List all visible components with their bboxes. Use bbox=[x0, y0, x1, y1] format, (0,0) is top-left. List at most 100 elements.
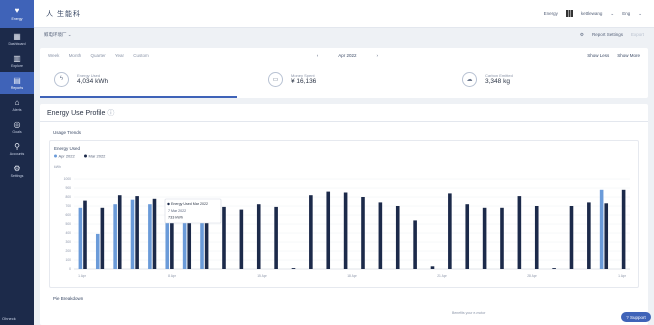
x-tick-label: 1 Apr bbox=[618, 274, 627, 278]
bar-mar bbox=[135, 196, 139, 269]
sidebar-item-explore[interactable]: ▥ Explore bbox=[0, 50, 34, 72]
card-money-spent[interactable]: ▭ Money Spent ¥ 16,136 bbox=[254, 62, 454, 96]
bar-mar bbox=[500, 207, 504, 269]
tab-year[interactable]: Year bbox=[115, 53, 124, 58]
sidebar-item-label: Reports bbox=[10, 86, 24, 90]
show-toggles: Show Less Show More bbox=[587, 53, 640, 58]
card-value: ¥ 16,136 bbox=[291, 78, 317, 85]
sidebar-item-goals[interactable]: ◎ Goals bbox=[0, 116, 34, 138]
sidebar-item-alerts[interactable]: ⌂ Alerts bbox=[0, 94, 34, 116]
show-more-button[interactable]: Show More bbox=[617, 53, 640, 58]
chevron-right-icon[interactable]: › bbox=[377, 53, 379, 58]
site-bar: 鲸电环境厂 ⌄ ⚙ Report Settings Export bbox=[34, 28, 654, 42]
sidebar-item-reports[interactable]: ▤ Reports bbox=[0, 72, 34, 94]
bar-mar bbox=[482, 207, 487, 269]
export-button[interactable]: Export bbox=[631, 32, 644, 38]
chevron-down-icon: ⌄ bbox=[610, 10, 615, 16]
sidebar-item-dashboard[interactable]: ▦ Dashboard bbox=[0, 28, 34, 50]
bar-mar bbox=[361, 197, 365, 269]
bar-mar bbox=[534, 206, 539, 269]
sidebar-item-label: Dashboard bbox=[8, 42, 26, 46]
sidebar-item-settings[interactable]: ⚙ Settings bbox=[0, 160, 34, 182]
tab-quarter[interactable]: Quarter bbox=[90, 53, 105, 58]
bar-mar bbox=[222, 206, 226, 269]
y-axis-label: kWh bbox=[54, 165, 61, 169]
energy-logo-icon: ♥ bbox=[14, 6, 20, 15]
sidebar-item-label: Accounts bbox=[9, 152, 25, 156]
period-row: Week Month Quarter Year Custom ‹ Apr 202… bbox=[40, 48, 648, 62]
bar-mar bbox=[448, 193, 452, 269]
bar-mar bbox=[621, 189, 626, 269]
tab-custom[interactable]: Custom bbox=[133, 53, 149, 58]
sidebar-item-label: Alerts bbox=[12, 108, 22, 112]
bar-mar bbox=[239, 209, 244, 269]
y-tick-label: 1000 bbox=[64, 177, 72, 181]
bar-mar bbox=[587, 202, 591, 269]
profile-title-text: Energy Use Profile bbox=[47, 110, 106, 117]
bell-icon: ⌂ bbox=[14, 98, 20, 107]
goal-icon: ◎ bbox=[13, 120, 21, 129]
y-tick-label: 600 bbox=[65, 213, 71, 217]
info-icon[interactable]: ⓘ bbox=[107, 110, 114, 117]
user-menu[interactable]: kettlewang bbox=[581, 11, 603, 16]
x-tick-label: 8 Apr bbox=[168, 274, 177, 278]
card-energy-used[interactable]: ϟ Energy Used 4,034 kWh bbox=[40, 62, 240, 96]
sidebar: ♥ Energy ▦ Dashboard ▥ Explore ▤ Reports ⌂ A… bbox=[0, 0, 34, 325]
bar-mar bbox=[395, 206, 400, 269]
gear-icon: ⚙ bbox=[13, 164, 21, 173]
report-actions: ⚙ Report Settings Export bbox=[580, 32, 644, 38]
chart-icon: ▥ bbox=[13, 54, 21, 63]
period-tabs: Week Month Quarter Year Custom bbox=[48, 53, 157, 58]
legend-label: Apr 2022 bbox=[59, 154, 76, 159]
account-icon: ⚲ bbox=[14, 142, 20, 151]
usage-chart-container: Energy Used Apr 2022 Mar 2022 kWh 0 100 200 300… bbox=[49, 140, 639, 288]
bar-mar bbox=[83, 200, 87, 269]
x-tick-label: 28 Apr bbox=[527, 274, 537, 278]
bar-mar bbox=[343, 192, 348, 269]
tab-month[interactable]: Month bbox=[69, 53, 82, 58]
language-select[interactable]: Eng bbox=[622, 11, 630, 16]
bar-mar bbox=[413, 220, 417, 269]
app-logo: 人 生能科 bbox=[46, 10, 81, 18]
y-tick-label: 200 bbox=[65, 249, 71, 253]
legend-marker bbox=[84, 154, 87, 158]
pie-breakdown-title: Pie Breakdown bbox=[53, 296, 84, 301]
apps-grid-icon[interactable] bbox=[565, 10, 573, 17]
bar-mar bbox=[256, 204, 261, 269]
pie-note: Benefits your e-motor bbox=[452, 311, 486, 315]
x-tick-label: 15 Apr bbox=[257, 274, 267, 278]
show-less-button[interactable]: Show Less bbox=[587, 53, 609, 58]
site-select[interactable]: 鲸电环境厂 bbox=[44, 32, 67, 38]
x-tick-label: 18 Apr bbox=[347, 274, 357, 278]
sidebar-item-accounts[interactable]: ⚲ Accounts bbox=[0, 138, 34, 160]
y-tick-label: 400 bbox=[65, 231, 71, 235]
report-icon: ▤ bbox=[13, 76, 21, 85]
tooltip-title: Energy Used Mar 2022 bbox=[171, 202, 208, 206]
gear-icon: ⚙ bbox=[579, 32, 584, 37]
y-tick-label: 900 bbox=[65, 186, 71, 190]
tooltip-date: 7 Mar 2022 bbox=[168, 209, 186, 213]
bar-mar bbox=[274, 206, 278, 269]
sidebar-footer: Ohneck bbox=[2, 316, 16, 321]
card-value: 3,348 kg bbox=[485, 78, 510, 85]
card-carbon-emitted[interactable]: ☁ Carbon Emitted 3,348 kg bbox=[448, 62, 648, 96]
cloud-icon: ☁ bbox=[462, 71, 477, 87]
summary-panel: Week Month Quarter Year Custom ‹ Apr 202… bbox=[40, 48, 648, 98]
bar-mar bbox=[430, 266, 435, 269]
energy-switcher-label: Energy bbox=[543, 11, 558, 16]
chevron-left-icon[interactable]: ‹ bbox=[317, 53, 319, 58]
brand-label: Energy bbox=[11, 17, 23, 21]
bar-apr bbox=[78, 207, 83, 269]
report-settings-button[interactable]: Report Settings bbox=[592, 32, 623, 38]
bar-mar bbox=[100, 207, 105, 269]
bar-apr bbox=[113, 204, 117, 269]
chevron-down-icon: ⌄ bbox=[638, 10, 642, 16]
support-button[interactable]: ? Support bbox=[621, 312, 651, 322]
bolt-icon: ϟ bbox=[54, 71, 69, 87]
tooltip-value: 733 kWh bbox=[168, 216, 183, 220]
brand-menu[interactable]: ♥ Energy bbox=[0, 0, 34, 28]
top-bar: 人 生能科 Energy kettlewang ⌄ Eng ⌄ bbox=[34, 0, 654, 28]
bar-mar bbox=[117, 195, 122, 269]
top-right-controls: Energy kettlewang ⌄ Eng ⌄ bbox=[544, 10, 642, 17]
tab-week[interactable]: Week bbox=[48, 53, 59, 58]
